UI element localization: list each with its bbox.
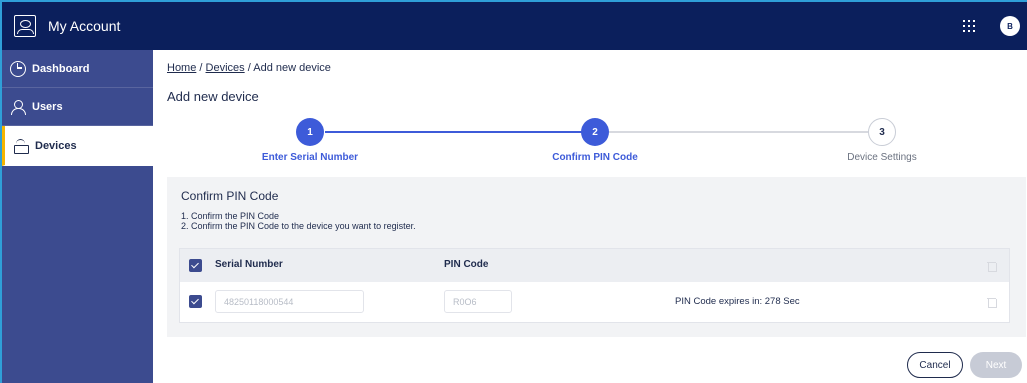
trash-icon <box>987 261 997 272</box>
table-row: PIN Code expires in: 278 Sec <box>180 282 1009 322</box>
breadcrumb-separator: / <box>247 62 251 74</box>
confirm-pin-panel: Confirm PIN Code 1. Confirm the PIN Code… <box>167 177 1026 337</box>
panel-title: Confirm PIN Code <box>181 189 279 203</box>
instruction-line: 1. Confirm the PIN Code <box>181 211 280 221</box>
avatar[interactable]: B <box>1000 16 1020 36</box>
breadcrumb-devices-link[interactable]: Devices <box>206 62 245 74</box>
step-connector-done <box>325 131 596 133</box>
apps-grid-icon[interactable] <box>963 20 975 32</box>
trash-icon[interactable] <box>987 297 997 308</box>
top-bar: My Account B <box>2 2 1027 50</box>
main-content: Home / Devices / Add new device Add new … <box>153 50 1027 383</box>
breadcrumb-separator: / <box>199 62 203 74</box>
step-3-circle: 3 <box>868 118 896 146</box>
sidebar-item-label: Devices <box>35 139 77 152</box>
sidebar-item-dashboard[interactable]: Dashboard <box>2 50 153 88</box>
table-header: Serial Number PIN Code <box>180 249 1009 282</box>
breadcrumb-home-link[interactable]: Home <box>167 62 196 74</box>
sidebar-item-label: Dashboard <box>32 62 90 75</box>
user-icon <box>10 99 26 115</box>
cancel-button[interactable]: Cancel <box>907 352 963 378</box>
page-title: Add new device <box>167 89 259 104</box>
step-2-circle: 2 <box>581 118 609 146</box>
app-title: My Account <box>48 18 121 34</box>
step-connector-pending <box>609 131 868 133</box>
breadcrumb-current: Add new device <box>253 62 331 74</box>
sidebar-item-users[interactable]: Users <box>2 88 153 126</box>
pin-table: Serial Number PIN Code PIN Code expires … <box>179 248 1010 323</box>
stepper: 1 2 3 Enter Serial Number Confirm PIN Co… <box>153 118 1027 168</box>
row-checkbox[interactable] <box>189 295 202 308</box>
column-header-serial: Serial Number <box>215 259 283 270</box>
select-all-checkbox[interactable] <box>189 259 202 272</box>
step-3-label: Device Settings <box>847 152 917 163</box>
instruction-line: 2. Confirm the PIN Code to the device yo… <box>181 221 416 231</box>
sidebar-item-devices[interactable]: Devices <box>2 126 153 166</box>
sidebar-item-label: Users <box>32 100 63 113</box>
device-icon <box>13 138 29 154</box>
breadcrumb: Home / Devices / Add new device <box>167 62 331 74</box>
step-1-label: Enter Serial Number <box>261 152 359 163</box>
pin-code-input[interactable] <box>444 290 512 313</box>
next-button[interactable]: Next <box>970 352 1022 378</box>
step-1-circle: 1 <box>296 118 324 146</box>
pin-expiry-text: PIN Code expires in: 278 Sec <box>675 296 800 307</box>
sidebar: Dashboard Users Devices <box>2 50 153 383</box>
dashboard-icon <box>10 60 26 77</box>
column-header-pin: PIN Code <box>444 259 489 270</box>
step-2-label: Confirm PIN Code <box>552 152 638 163</box>
serial-number-input[interactable] <box>215 290 364 313</box>
account-icon <box>14 15 36 37</box>
